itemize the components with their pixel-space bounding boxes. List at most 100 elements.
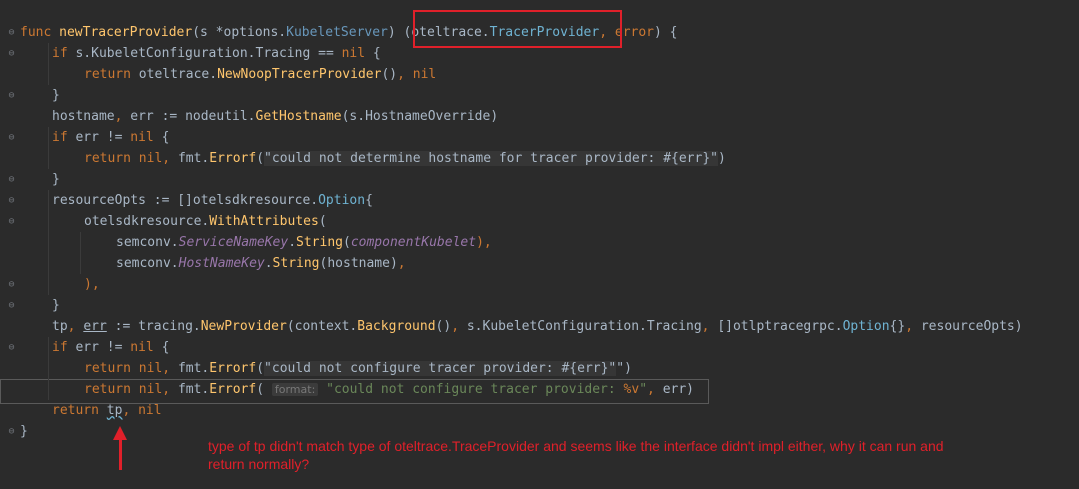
code-token: if (52, 130, 76, 145)
code-line[interactable]: return nil, fmt.Errorf("could not config… (84, 358, 632, 379)
code-token: Errorf (209, 151, 257, 166)
code-line[interactable]: } (52, 85, 60, 106)
code-token: resourceOpts := []otelsdkresource. (52, 193, 319, 208)
code-token: err := nodeutil. (130, 109, 256, 124)
code-token: ( (318, 214, 327, 229)
indent-guide (48, 43, 49, 85)
code-token: ) ( (387, 25, 412, 40)
code-token: () (381, 67, 398, 82)
code-line[interactable]: if err != nil { (52, 337, 169, 358)
code-token: String (296, 235, 343, 250)
fold-icon[interactable]: ⊖ (7, 91, 16, 101)
code-line[interactable]: ), (84, 274, 100, 295)
fold-icon[interactable]: ⊖ (7, 280, 16, 290)
code-token: nil (341, 46, 366, 61)
code-token: , (701, 319, 718, 334)
indent-guide (48, 190, 49, 295)
code-line[interactable]: otelsdkresource.WithAttributes( (84, 211, 327, 232)
code-token: WithAttributes (209, 214, 319, 229)
code-line[interactable]: semconv.ServiceNameKey.String(componentK… (116, 232, 492, 253)
highlight-box (413, 10, 622, 48)
fold-icon[interactable]: ⊖ (7, 28, 16, 38)
code-token: , (67, 319, 84, 334)
code-token: , (162, 361, 178, 376)
code-line[interactable]: return oteltrace.NewNoopTracerProvider()… (84, 64, 436, 85)
code-token: resourceOpts) (920, 319, 1023, 334)
code-token: hostname (52, 109, 115, 124)
code-token: := tracing. (106, 319, 201, 334)
code-token: () (435, 319, 452, 334)
arrow-shaft (119, 438, 122, 470)
code-token: oteltrace. (138, 67, 218, 82)
code-token: fmt. (177, 151, 210, 166)
code-token: (hostname) (319, 256, 398, 271)
code-token: , (451, 319, 467, 334)
code-token: tp (52, 319, 68, 334)
code-token: (s.HostnameOverride) (341, 109, 499, 124)
fold-icon[interactable]: ⊖ (7, 301, 16, 311)
code-token: otelsdkresource. (84, 214, 210, 229)
fold-icon[interactable]: ⊖ (7, 217, 16, 227)
code-token: func (20, 25, 60, 40)
code-token: } (52, 172, 60, 187)
code-token: , (114, 109, 131, 124)
code-line[interactable]: } (20, 421, 28, 442)
code-token: GetHostname (255, 109, 342, 124)
code-token: Option (842, 319, 890, 334)
code-token: { (153, 340, 170, 355)
code-token: . (288, 235, 297, 250)
code-token: s.KubeletConfiguration.Tracing (466, 319, 702, 334)
code-token: Errorf (209, 361, 257, 376)
code-line[interactable]: } (52, 295, 60, 316)
code-token: if (52, 46, 76, 61)
code-token: } (52, 298, 60, 313)
fold-icon[interactable]: ⊖ (7, 49, 16, 59)
fold-icon[interactable]: ⊖ (7, 133, 16, 143)
code-token: semconv. (116, 256, 179, 271)
code-line[interactable]: } (52, 169, 60, 190)
code-token: ) { (654, 25, 678, 40)
code-token: , (162, 151, 178, 166)
code-token: KubeletServer (286, 25, 388, 40)
code-line[interactable]: resourceOpts := []otelsdkresource.Option… (52, 190, 373, 211)
code-token: , (397, 256, 406, 271)
code-token: } (52, 88, 60, 103)
code-token: { (365, 46, 381, 61)
code-token: return (84, 151, 139, 166)
code-token: "could not configure tracer provider: #{… (264, 361, 617, 376)
indent-guide (80, 232, 81, 274)
code-token: ( (343, 235, 351, 250)
fold-icon[interactable]: ⊖ (7, 427, 16, 437)
fold-icon[interactable]: ⊖ (7, 343, 16, 353)
code-token: (context. (286, 319, 358, 334)
code-token: tp (106, 403, 123, 418)
code-token: fmt. (177, 361, 210, 376)
code-token: err != (75, 340, 131, 355)
code-token: ( (256, 151, 265, 166)
code-token: Background (357, 319, 436, 334)
code-token: return (84, 361, 139, 376)
current-line-highlight (0, 379, 709, 404)
code-token: err (83, 319, 107, 334)
code-line[interactable]: if s.KubeletConfiguration.Tracing == nil… (52, 43, 381, 64)
code-token: ( (256, 361, 265, 376)
code-token: componentKubelet (350, 235, 477, 250)
code-token: . (264, 256, 273, 271)
code-token: nil (130, 340, 154, 355)
code-token: err != (75, 130, 131, 145)
code-line[interactable]: semconv.HostNameKey.String(hostname), (116, 253, 406, 274)
code-token: , (905, 319, 921, 334)
code-token: NewProvider (200, 319, 287, 334)
editor-gutter: ⊖ ⊖ ⊖ ⊖ ⊖ ⊖ ⊖ ⊖ ⊖ ⊖ ⊖ (0, 0, 20, 489)
code-token: semconv. (116, 235, 179, 250)
code-line[interactable]: tp, err := tracing.NewProvider(context.B… (52, 316, 1023, 337)
code-line[interactable]: hostname, err := nodeutil.GetHostname(s.… (52, 106, 498, 127)
code-line[interactable]: if err != nil { (52, 127, 169, 148)
code-token: String (272, 256, 320, 271)
code-token: ") (616, 361, 632, 376)
fold-icon[interactable]: ⊖ (7, 175, 16, 185)
code-line[interactable]: return nil, fmt.Errorf("could not determ… (84, 148, 726, 169)
fold-icon[interactable]: ⊖ (7, 196, 16, 206)
code-token: nil (138, 151, 163, 166)
code-token: ), (84, 277, 100, 292)
